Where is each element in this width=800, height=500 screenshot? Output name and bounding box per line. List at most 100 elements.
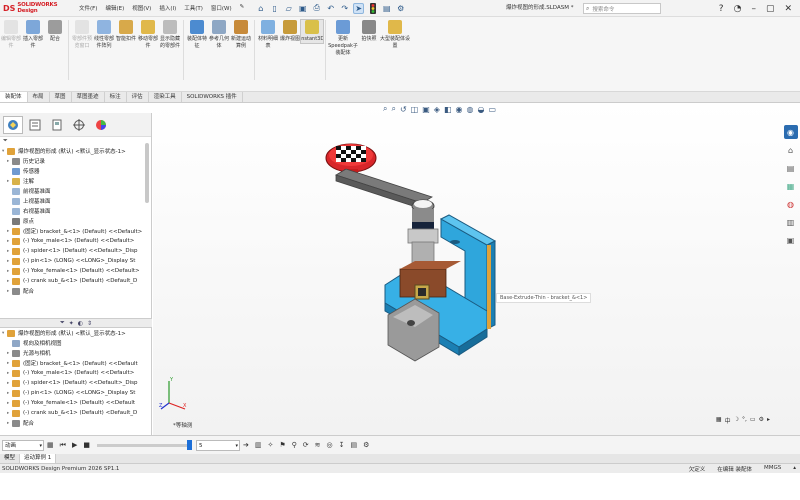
solidworks-resources-icon[interactable]: ◉ [783,125,798,139]
tree-item[interactable]: ▸ 历史记录 [2,156,151,166]
play-from-start-icon[interactable]: ⏮ [60,441,66,450]
spring-icon[interactable]: ≋ [315,441,321,449]
study-type-select[interactable]: 动画 ▾ [2,439,44,451]
property-manager-tab-icon[interactable] [25,116,45,134]
options-gear-icon[interactable]: ⚙ [395,3,406,14]
tree-item[interactable]: ▸ (-) Yoke_male<1> (Default) <<Default> [2,236,151,246]
keyboard-icon[interactable]: ▭ [750,416,756,425]
tree-item[interactable]: ▸ (-) pin<1> (LONG) <<LONG>_Display St [2,256,151,266]
slider-knob[interactable] [186,439,192,450]
ribbon-button-11[interactable]: 材料明细表 [257,20,279,50]
user-icon[interactable]: ◔ [734,4,742,14]
ribbon-button-14[interactable]: 更新Speedpak子装配体 [328,20,358,57]
3dexperience-icon[interactable]: ▣ [784,233,798,247]
tree-item[interactable]: 视向及相机视图 [2,338,152,348]
display-pane-icon[interactable]: ◐ [78,320,83,327]
ribbon-button-1[interactable]: 插入零部件 [22,20,44,50]
command-tab-5[interactable]: 评估 [127,92,149,102]
close-icon[interactable]: ✕ [784,4,792,14]
tree-item[interactable]: 原点 [2,216,151,226]
ribbon-button-9[interactable]: 参考几何体 [208,20,230,50]
menu-edit[interactable]: 编辑(E) [102,4,127,12]
select-arrow-icon[interactable]: ➤ [353,2,365,14]
playback-speed-slider[interactable] [96,439,192,450]
command-tab-4[interactable]: 标注 [105,92,127,102]
ribbon-button-5[interactable]: 智能扣件 [115,20,137,43]
maximize-icon[interactable]: ▢ [766,4,775,14]
command-tab-3[interactable]: 草图墨迹 [72,92,105,102]
chinese-input-icon[interactable]: 中 [725,416,731,425]
save-icon[interactable]: ▣ [297,3,308,14]
tree-item[interactable]: ▸ (-) Yoke_female<1> (Default) <<Default> [2,266,151,276]
filter-icon[interactable]: ⏷ [0,137,151,146]
tree-item[interactable]: ▸ (-) Yoke_male<1> (Default) <<Default> [2,368,152,378]
print-icon[interactable]: ⎙ [311,3,322,14]
filter-icon[interactable]: ⏷ [60,319,65,327]
tree-item[interactable]: ▸ 配合 [2,418,152,428]
pin-icon[interactable]: ✎ [237,4,248,12]
tree-item[interactable]: ▸ (固定) bracket_&<1> (Default) <<Default [2,358,152,368]
tab-model[interactable]: 模型 [0,454,21,463]
tree-item[interactable]: ▸ (-) spider<1> (Default) <<Default>_Disp [2,378,152,388]
ribbon-button-8[interactable]: 装配体特征 [186,20,208,50]
tree-item[interactable]: ▸ (-) Yoke_female<1> (Default) <<Default [2,398,152,408]
feature-manager-tab-icon[interactable] [3,115,23,134]
results-icon[interactable]: ▤ [350,441,357,449]
ribbon-button-7[interactable]: 显示隐藏的零部件 [159,20,181,50]
custom-properties-icon[interactable]: ▥ [784,215,798,229]
contact-icon[interactable]: ◎ [327,441,333,449]
home-icon[interactable]: ⌂ [255,3,266,14]
tree-item[interactable]: ▸ (-) spider<1> (Default) <<Default>_Disp [2,246,151,256]
help-icon[interactable]: ? [719,4,724,14]
study-properties-icon[interactable]: ⚙ [363,441,369,449]
ribbon-button-2[interactable]: 配合 [44,20,66,43]
stop-icon[interactable]: ■ [83,441,90,449]
tree-item[interactable]: ▸ (-) crank sub_&<1> (Default) <Default_D [2,276,151,286]
tree-item[interactable]: 右视基准面 [2,206,151,216]
assembly-model[interactable] [153,103,800,435]
file-explorer-icon[interactable]: ▤ [784,161,798,175]
punctuation-icon[interactable]: °, [742,416,747,425]
minimize-icon[interactable]: – [751,4,756,14]
redo-icon[interactable]: ↷ [339,3,350,14]
motor-icon[interactable]: ⟳ [303,441,309,449]
command-tab-1[interactable]: 布局 [28,92,50,102]
ribbon-button-13[interactable]: Instant3D [300,19,324,44]
menu-window[interactable]: 窗口(W) [208,4,235,12]
dimxpert-tab-icon[interactable] [69,116,89,134]
explode-icon[interactable]: ✦ [69,320,74,327]
menu-file[interactable]: 文件(F) [76,4,100,12]
tree-item[interactable]: ▸ 配合 [2,286,151,296]
ribbon-button-12[interactable]: 爆炸视图 [279,20,301,43]
ribbon-button-15[interactable]: 拍快照 [358,20,380,43]
tree-root-assembly[interactable]: ▾ 爆炸视图的形成 (默认) <默认_显示状态-1> [2,146,151,156]
tree-item[interactable]: 传感器 [2,166,151,176]
play-icon[interactable]: ▶ [72,441,77,449]
more-icon[interactable]: ▸ [767,416,770,425]
command-tab-6[interactable]: 渲染工具 [149,92,182,102]
menu-view[interactable]: 视图(V) [129,4,154,12]
rebuild-traffic-light-icon[interactable] [367,2,378,14]
ribbon-button-4[interactable]: 线性零部件阵列 [93,20,115,50]
undo-icon[interactable]: ↶ [325,3,336,14]
tree2-root-assembly[interactable]: ▾ 爆炸视图的形成 (默认) <默认_显示状态-1> [2,328,152,338]
menu-tools[interactable]: 工具(T) [181,4,206,12]
playback-mode-arrow-icon[interactable]: ➔ [243,441,249,449]
animation-wizard-icon[interactable]: ✧ [267,441,273,449]
add-key-icon[interactable]: ⚲ [292,441,297,449]
tree-item[interactable]: 前视基准面 [2,186,151,196]
file-properties-icon[interactable]: ▤ [381,3,392,14]
graphics-area[interactable]: ⌕ ⌕ ↺ ◫ ▣ ◈ ◧ ◉ ◍ ◒ ▭ Base-Extrude-Thin … [153,103,800,435]
unit-system[interactable]: MMGS [764,465,781,473]
search-commands-input[interactable]: ⌕ 搜索命令 [583,3,661,14]
open-folder-icon[interactable]: ▱ [283,3,294,14]
new-document-icon[interactable]: ▯ [269,3,280,14]
appearances-icon[interactable]: ◍ [784,197,798,211]
view-palette-icon[interactable]: ▦ [784,179,798,193]
ribbon-button-6[interactable]: 移动零部件 [137,20,159,50]
autokey-icon[interactable]: ⚑ [279,441,285,449]
tree-item[interactable]: ▸ 光源与相机 [2,348,152,358]
menu-insert[interactable]: 插入(I) [156,4,179,12]
command-tab-0[interactable]: 装配体 [0,92,28,102]
command-tab-7[interactable]: SOLIDWORKS 插件 [182,92,243,102]
